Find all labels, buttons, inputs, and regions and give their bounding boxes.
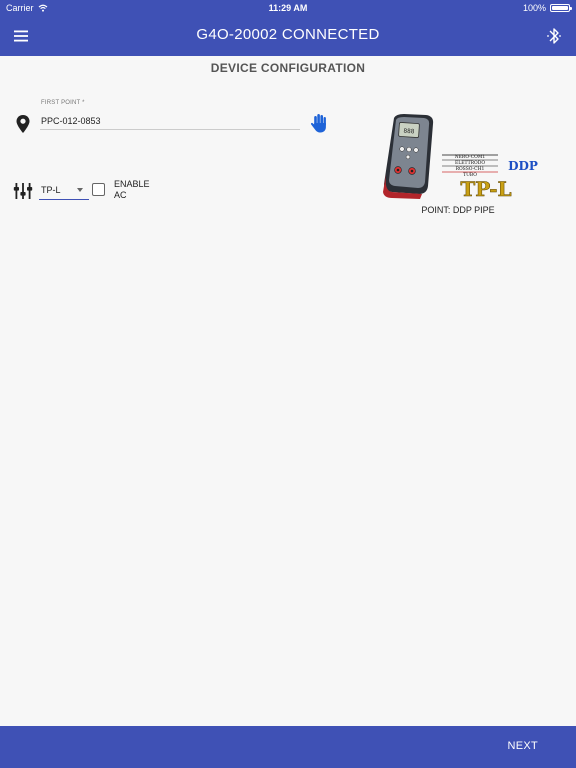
status-time: 11:29 AM — [268, 3, 308, 13]
app-title: G4O-20002 CONNECTED — [196, 26, 380, 43]
mode-select[interactable]: TP-L — [39, 180, 89, 200]
enable-ac-label: ENABLE AC — [114, 179, 154, 201]
enable-ac-label-line2: AC — [114, 190, 127, 200]
map-pin-icon — [16, 115, 30, 133]
mode-select-value: TP-L — [41, 185, 61, 195]
hand-icon — [310, 114, 326, 133]
sliders-icon — [13, 183, 33, 199]
status-bar: Carrier 11:29 AM 100% — [0, 0, 576, 16]
first-point-label: FIRST POINT * — [41, 100, 85, 106]
device-screen-text: 888 — [403, 128, 415, 136]
battery-indicator: 100% — [522, 3, 572, 13]
wire-label: ELETTRODO — [455, 160, 485, 166]
chevron-down-icon — [77, 188, 83, 192]
first-point-input[interactable] — [40, 112, 300, 130]
next-button[interactable]: NEXT — [507, 740, 538, 752]
bluetooth-button[interactable] — [544, 25, 564, 47]
meter-device-icon: 888 — [383, 114, 434, 199]
enable-ac-label-line1: ENABLE — [114, 179, 150, 189]
battery-icon — [550, 4, 572, 12]
hand-button[interactable] — [309, 112, 329, 134]
wire-label: ROSSO-CH1 — [456, 166, 485, 172]
battery-percent: 100% — [522, 3, 546, 13]
bluetooth-icon — [547, 28, 561, 44]
battery-fill — [552, 6, 568, 10]
bottom-bar: NEXT — [0, 726, 576, 768]
wire-label: NERO-COM1 — [455, 154, 486, 160]
device-image: 888 NERO-COM1 ELETTRODO ROSSO-CH1 TUBO D… — [383, 114, 538, 201]
app-bar: G4O-20002 CONNECTED — [0, 16, 576, 56]
tpl-badge: TP-L — [460, 177, 511, 201]
enable-ac-checkbox[interactable] — [92, 183, 105, 196]
section-title: DEVICE CONFIGURATION — [210, 61, 366, 75]
ddp-badge: DDP — [508, 159, 538, 173]
point-caption: POINT: DDP PIPE — [421, 205, 495, 215]
